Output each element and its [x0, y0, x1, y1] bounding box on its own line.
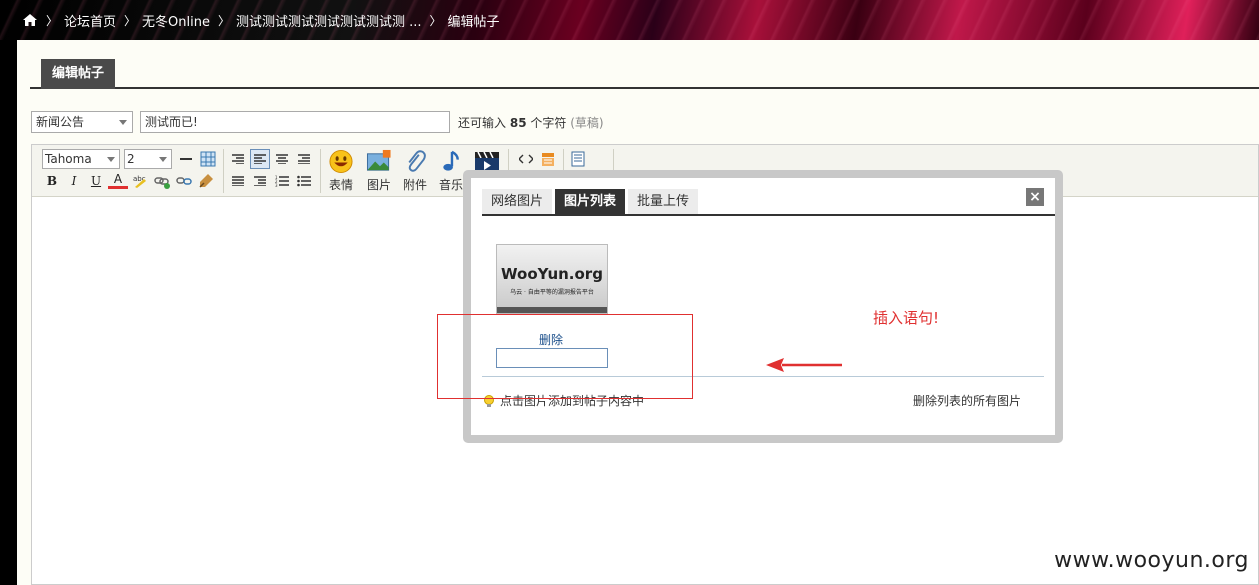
char-count-hint: 还可输入 85 个字符 (草稿)	[458, 115, 604, 130]
subject-input[interactable]: 测试而已!	[140, 111, 450, 133]
emoji-button[interactable]: 表情	[324, 149, 358, 193]
indent-icon[interactable]	[250, 171, 270, 191]
highlight-icon[interactable]: abc	[130, 171, 150, 191]
attachment-button[interactable]: 附件	[398, 149, 432, 193]
underline-button[interactable]: U	[86, 171, 106, 191]
breadcrumb: 〉 论坛首页 〉 无冬Online 〉 测试测试测试测试测试测试测 ... 〉 …	[22, 0, 500, 40]
chevron-right-icon: 〉	[46, 13, 59, 28]
annotation-highlight-box	[437, 314, 693, 399]
font-size-select[interactable]: 2	[124, 149, 172, 169]
tab-image-list[interactable]: 图片列表	[555, 189, 626, 214]
music-note-icon	[443, 150, 459, 171]
tab-web-image[interactable]: 网络图片	[482, 189, 553, 214]
image-button[interactable]: 图片	[362, 149, 396, 193]
watermark: www.wooyun.org	[1054, 548, 1249, 573]
breadcrumb-forum-home[interactable]: 论坛首页	[64, 11, 116, 30]
italic-button[interactable]: I	[64, 171, 84, 191]
post-meta-row: 新闻公告 测试而已! 还可输入 85 个字符 (草稿)	[31, 110, 604, 134]
close-icon[interactable]: ×	[1026, 188, 1044, 206]
font-color-button[interactable]: A	[108, 171, 128, 189]
code-icon[interactable]	[516, 149, 536, 169]
thumbnail-slogan: 乌云 · 自由平等的漏洞报告平台	[510, 289, 594, 296]
quote-icon[interactable]	[538, 149, 558, 169]
horizontal-rule-icon[interactable]	[176, 149, 196, 169]
smiley-icon	[329, 149, 353, 174]
delete-all-images-link[interactable]: 删除列表的所有图片	[913, 392, 1021, 409]
align-justify-icon[interactable]	[294, 149, 314, 169]
link-icon[interactable]	[152, 171, 172, 191]
tab-batch-upload[interactable]: 批量上传	[628, 189, 699, 214]
page-tab-bar: 编辑帖子	[30, 58, 1259, 89]
image-thumbnail[interactable]: WooYun.org 乌云 · 自由平等的漏洞报告平台	[496, 244, 608, 314]
image-dialog: 网络图片 图片列表 批量上传 × WooYun.org 乌云 · 自由平等的漏洞…	[463, 170, 1063, 443]
chevron-down-icon	[159, 157, 167, 162]
align-right-icon[interactable]	[228, 149, 248, 169]
home-icon[interactable]	[22, 13, 38, 27]
breadcrumb-current: 编辑帖子	[447, 14, 500, 30]
clear-format-icon[interactable]	[196, 171, 216, 191]
category-select[interactable]: 新闻公告	[31, 111, 133, 133]
ordered-list-icon[interactable]: 123	[272, 171, 292, 191]
chevron-down-icon	[119, 120, 127, 125]
category-select-value: 新闻公告	[36, 115, 85, 129]
chevron-right-icon: 〉	[217, 13, 230, 28]
source-icon[interactable]	[568, 149, 588, 169]
thumbnail-logo: WooYun.org	[501, 265, 603, 283]
image-dialog-tabs: 网络图片 图片列表 批量上传	[482, 189, 699, 214]
chevron-right-icon: 〉	[429, 13, 442, 28]
chevron-right-icon: 〉	[124, 13, 137, 28]
breadcrumb-board[interactable]: 无冬Online	[142, 11, 210, 30]
image-icon	[366, 149, 391, 171]
unordered-list-icon[interactable]	[294, 171, 314, 191]
top-banner: 〉 论坛首页 〉 无冬Online 〉 测试测试测试测试测试测试测 ... 〉 …	[0, 0, 1259, 40]
breadcrumb-thread[interactable]: 测试测试测试测试测试测试测 ...	[236, 11, 422, 30]
draft-link[interactable]: (草稿)	[570, 116, 603, 130]
font-family-select[interactable]: Tahoma	[42, 149, 120, 169]
svg-text:3: 3	[275, 183, 278, 187]
char-count: 85	[509, 115, 527, 130]
paperclip-icon	[408, 150, 426, 172]
align-left-icon[interactable]	[250, 149, 270, 169]
table-icon[interactable]	[198, 149, 218, 169]
arrow-left-icon	[766, 358, 842, 372]
tab-edit-post[interactable]: 编辑帖子	[41, 59, 116, 89]
chevron-down-icon	[107, 157, 115, 162]
unlink-icon[interactable]	[174, 171, 194, 191]
paragraph-icon[interactable]	[228, 171, 248, 191]
annotation-text: 插入语句!	[873, 309, 940, 327]
align-center-icon[interactable]	[272, 149, 292, 169]
bold-button[interactable]: B	[42, 171, 62, 191]
